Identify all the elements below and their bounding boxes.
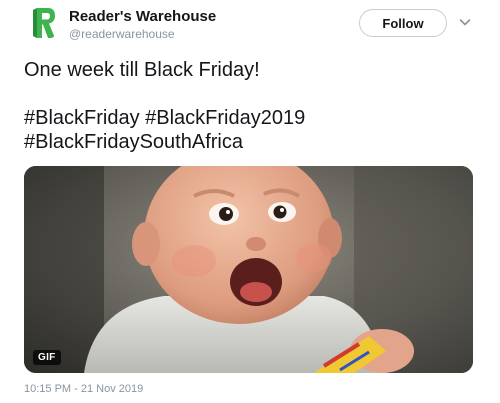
avatar[interactable] — [24, 5, 60, 41]
display-name[interactable]: Reader's Warehouse — [69, 8, 216, 25]
tweet-card: Reader's Warehouse @readerwarehouse Foll… — [0, 0, 500, 403]
user-handle[interactable]: @readerwarehouse — [69, 27, 175, 41]
chevron-down-icon[interactable] — [457, 14, 473, 30]
tweet-text: One week till Black Friday! #BlackFriday… — [24, 58, 484, 154]
tweet-line: One week till Black Friday! — [24, 59, 260, 81]
follow-button[interactable]: Follow — [359, 9, 447, 37]
readers-warehouse-logo-icon — [24, 5, 60, 41]
gif-media[interactable]: GIF — [24, 166, 473, 373]
excited-baby-gif — [24, 166, 473, 373]
tweet-timestamp[interactable]: 10:15 PM - 21 Nov 2019 — [24, 383, 143, 395]
hashtag-line[interactable]: #BlackFridaySouthAfrica — [24, 130, 484, 154]
hashtag-line[interactable]: #BlackFriday #BlackFriday2019 — [24, 106, 484, 130]
gif-badge: GIF — [33, 350, 61, 365]
